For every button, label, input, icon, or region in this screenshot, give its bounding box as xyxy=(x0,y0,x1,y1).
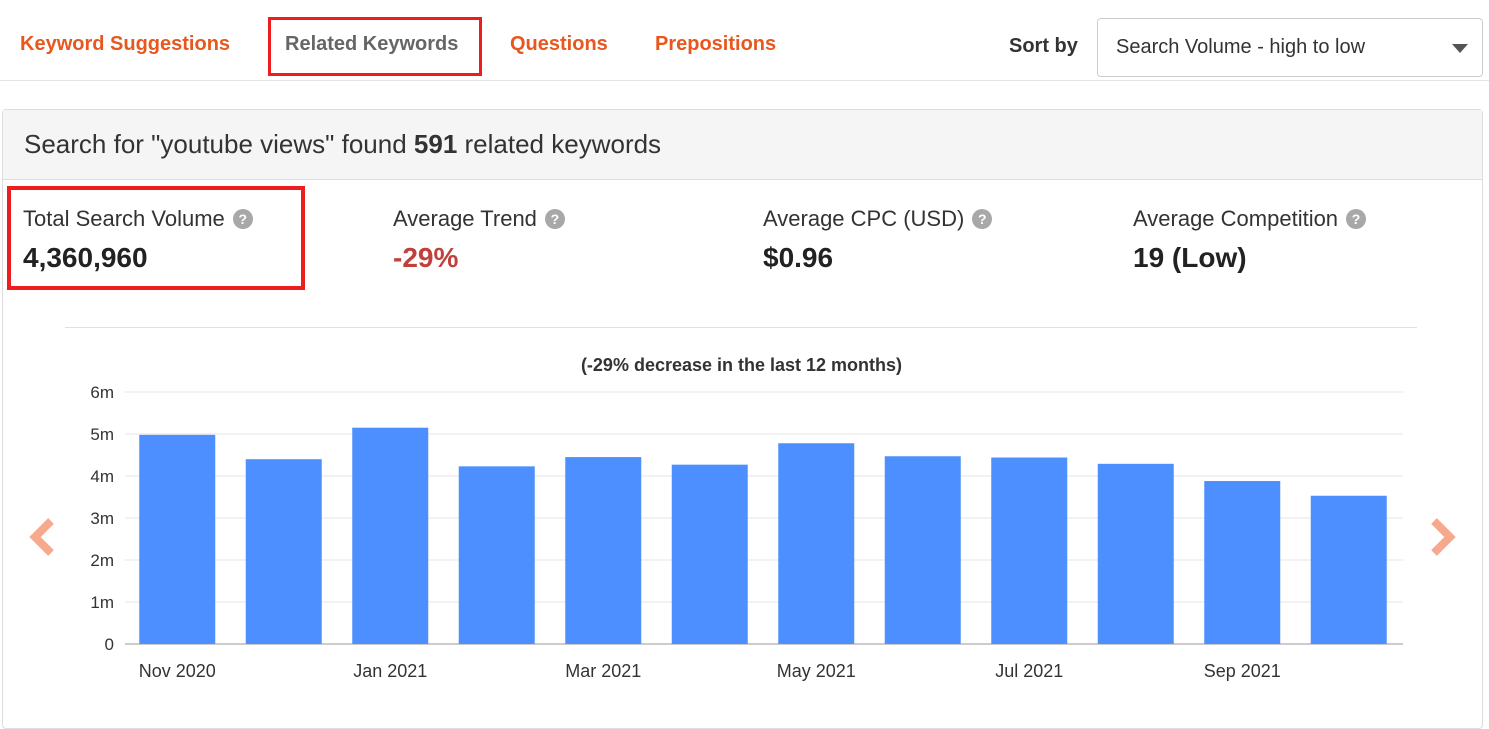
metric-label: Average Trend xyxy=(393,206,537,231)
tab-questions[interactable]: Questions xyxy=(510,33,608,56)
highlight-box-total-search-volume xyxy=(7,186,305,290)
help-icon[interactable]: ? xyxy=(972,209,993,229)
metric-value: $0.96 xyxy=(763,242,834,273)
metric-value: -29% xyxy=(393,242,459,273)
tab-bar: Keyword Suggestions Related Keywords Que… xyxy=(0,0,1489,81)
chevron-left-icon[interactable] xyxy=(27,515,57,559)
highlight-box-related-keywords xyxy=(268,17,482,76)
metric-average-cpc: Average CPC (USD)? $0.96 xyxy=(763,206,993,274)
metric-value: 19 (Low) xyxy=(1133,242,1247,273)
chevron-right-icon[interactable] xyxy=(1428,515,1458,559)
help-icon[interactable]: ? xyxy=(544,209,565,229)
tab-keyword-suggestions[interactable]: Keyword Suggestions xyxy=(20,33,230,56)
tab-prepositions[interactable]: Prepositions xyxy=(655,33,776,56)
metric-label: Average CPC (USD) xyxy=(763,206,965,231)
results-summary: Search for "youtube views" found 591 rel… xyxy=(24,129,661,160)
chart-title: (-29% decrease in the last 12 months) xyxy=(0,355,1489,376)
sort-select-value: Search Volume - high to low xyxy=(1116,36,1366,58)
panel-header: Search for "youtube views" found 591 rel… xyxy=(3,110,1482,180)
sort-by-label: Sort by xyxy=(1009,35,1078,57)
sort-select[interactable]: Search Volume - high to low xyxy=(1097,18,1483,77)
help-icon[interactable]: ? xyxy=(1346,209,1367,229)
summary-suffix: related keywords xyxy=(457,129,662,159)
summary-count: 591 xyxy=(413,129,458,159)
metric-average-trend: Average Trend? -29% xyxy=(393,206,565,274)
chart-title-text: (-29% decrease in the last 12 months) xyxy=(580,355,903,375)
caret-down-icon xyxy=(1452,44,1468,53)
metric-average-competition: Average Competition? 19 (Low) xyxy=(1133,206,1367,274)
divider xyxy=(65,327,1417,328)
metric-label: Average Competition xyxy=(1133,206,1339,231)
summary-prefix: Search for "youtube views" found xyxy=(24,129,414,159)
